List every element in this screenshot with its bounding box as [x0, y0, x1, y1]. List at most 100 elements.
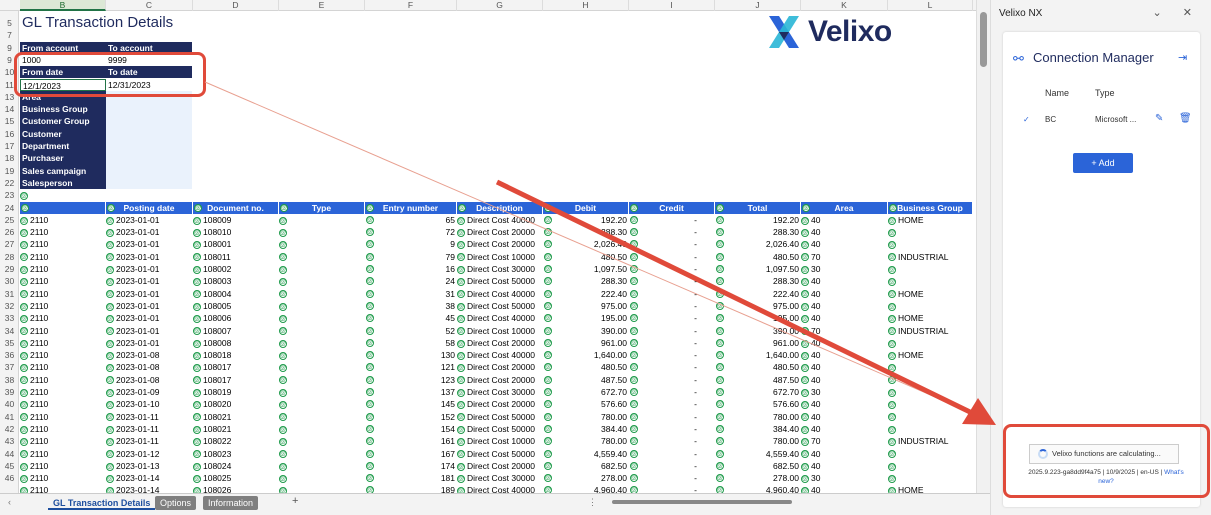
table-cell[interactable]: @79 — [365, 251, 457, 263]
table-cell[interactable]: @ — [279, 337, 365, 349]
table-cell[interactable]: @480.50 — [715, 361, 801, 373]
table-cell[interactable]: @45 — [365, 312, 457, 324]
table-cell[interactable]: @ Direct Cost 30000 — [457, 386, 543, 398]
table-header[interactable]: @ Credit — [629, 201, 714, 214]
table-cell[interactable]: @ - — [629, 312, 715, 324]
row-header[interactable]: 9 — [0, 42, 19, 54]
table-cell[interactable]: @ Direct Cost 20000 — [457, 361, 543, 373]
table-cell[interactable]: @384.40 — [715, 423, 801, 435]
table-cell[interactable]: @2110 — [20, 349, 106, 361]
table-cell[interactable]: @40 — [801, 374, 888, 386]
table-cell[interactable]: @ - — [629, 435, 715, 447]
table-cell[interactable]: @2,026.40 — [543, 238, 629, 250]
table-cell[interactable]: @2110 — [20, 448, 106, 460]
row-header[interactable]: 23 — [0, 189, 19, 201]
table-cell[interactable]: @16 — [365, 263, 457, 275]
table-cell[interactable]: @ - — [629, 288, 715, 300]
table-cell[interactable]: @167 — [365, 448, 457, 460]
table-cell[interactable]: @2023-01-11 — [106, 411, 193, 423]
table-cell[interactable]: @ - — [629, 374, 715, 386]
spreadsheet[interactable]: BCDEFGHIJKL 5 7 9 9 10 11 13 14 15 16 17 18 19 22 23 24… — [0, 0, 990, 515]
dimension-input[interactable] — [106, 164, 192, 177]
table-cell[interactable]: @ — [279, 448, 365, 460]
table-cell[interactable]: @ - — [629, 300, 715, 312]
column-header-g[interactable]: G — [457, 0, 543, 11]
horizontal-scroll-thumb[interactable] — [612, 500, 792, 504]
table-cell[interactable]: @108019 — [193, 386, 279, 398]
table-cell[interactable]: @2110 — [20, 214, 106, 226]
table-cell[interactable]: @288.30 — [715, 226, 801, 238]
column-header-l[interactable]: L — [888, 0, 973, 11]
table-cell[interactable]: @2110 — [20, 435, 106, 447]
table-cell[interactable]: @2023-01-09 — [106, 386, 193, 398]
table-cell[interactable]: @2023-01-13 — [106, 460, 193, 472]
column-header-f[interactable]: F — [365, 0, 457, 11]
table-cell[interactable]: @108004 — [193, 288, 279, 300]
table-cell[interactable]: @682.50 — [715, 460, 801, 472]
table-cell[interactable]: @288.30 — [543, 226, 629, 238]
table-cell[interactable]: @ — [279, 263, 365, 275]
table-header[interactable]: @ Debit — [543, 201, 628, 214]
more-icon[interactable]: ⋮ — [588, 497, 597, 508]
table-cell[interactable]: @ — [279, 398, 365, 410]
table-cell[interactable]: @108017 — [193, 361, 279, 373]
table-cell[interactable]: @ HOME — [888, 288, 973, 300]
table-cell[interactable]: @288.30 — [715, 275, 801, 287]
table-cell[interactable]: @ — [888, 226, 973, 238]
table-cell[interactable]: @975.00 — [543, 300, 629, 312]
table-cell[interactable]: @ HOME — [888, 349, 973, 361]
table-cell[interactable]: @40 — [801, 398, 888, 410]
table-cell[interactable]: @40 — [801, 448, 888, 460]
table-cell[interactable]: @174 — [365, 460, 457, 472]
table-cell[interactable]: @30 — [801, 472, 888, 484]
column-header-k[interactable]: K — [801, 0, 888, 11]
dimension-input[interactable] — [106, 127, 192, 140]
column-header-j[interactable]: J — [715, 0, 801, 11]
table-header[interactable]: @ Entry number — [365, 201, 456, 214]
table-cell[interactable]: @2023-01-01 — [106, 226, 193, 238]
table-cell[interactable]: @487.50 — [543, 374, 629, 386]
table-cell[interactable]: @30 — [801, 386, 888, 398]
table-cell[interactable]: @2110 — [20, 423, 106, 435]
table-cell[interactable]: @2110 — [20, 275, 106, 287]
table-cell[interactable]: @ Direct Cost 30000 — [457, 263, 543, 275]
table-cell[interactable]: @2023-01-11 — [106, 423, 193, 435]
table-cell[interactable]: @672.70 — [543, 386, 629, 398]
table-cell[interactable]: @ — [279, 435, 365, 447]
dimension-input[interactable] — [106, 176, 192, 190]
table-cell[interactable]: @2023-01-08 — [106, 361, 193, 373]
table-cell[interactable]: @780.00 — [543, 411, 629, 423]
table-cell[interactable]: @70 — [801, 325, 888, 337]
row-header[interactable]: 42 — [0, 423, 19, 435]
dimension-input[interactable] — [106, 152, 192, 165]
table-cell[interactable]: @ - — [629, 361, 715, 373]
table-cell[interactable]: @ Direct Cost 50000 — [457, 448, 543, 460]
table-cell[interactable]: @ - — [629, 423, 715, 435]
table-cell[interactable]: @52 — [365, 325, 457, 337]
table-cell[interactable]: @672.70 — [715, 386, 801, 398]
table-cell[interactable]: @ — [888, 472, 973, 484]
table-cell[interactable]: @576.60 — [543, 398, 629, 410]
table-cell[interactable]: @ — [279, 472, 365, 484]
table-header[interactable]: @ Area — [801, 201, 887, 214]
table-cell[interactable]: @72 — [365, 226, 457, 238]
table-cell[interactable]: @130 — [365, 349, 457, 361]
table-cell[interactable]: @ — [888, 460, 973, 472]
row-header[interactable]: 7 — [0, 29, 19, 41]
column-header-e[interactable]: E — [279, 0, 365, 11]
table-cell[interactable]: @ Direct Cost 20000 — [457, 226, 543, 238]
table-cell[interactable]: @192.20 — [543, 214, 629, 226]
table-cell[interactable]: @24 — [365, 275, 457, 287]
table-cell[interactable]: @40 — [801, 411, 888, 423]
table-cell[interactable]: @195.00 — [543, 312, 629, 324]
table-cell[interactable]: @ — [888, 275, 973, 287]
table-cell[interactable]: @2023-01-01 — [106, 214, 193, 226]
table-cell[interactable]: @961.00 — [543, 337, 629, 349]
table-cell[interactable]: @70 — [801, 435, 888, 447]
row-header[interactable]: 15 — [0, 115, 19, 127]
table-cell[interactable]: @2110 — [20, 386, 106, 398]
table-cell[interactable]: @ — [279, 386, 365, 398]
table-cell[interactable]: @ - — [629, 275, 715, 287]
table-header[interactable]: @ Description — [457, 201, 542, 214]
tab-information[interactable]: Information — [203, 496, 259, 510]
